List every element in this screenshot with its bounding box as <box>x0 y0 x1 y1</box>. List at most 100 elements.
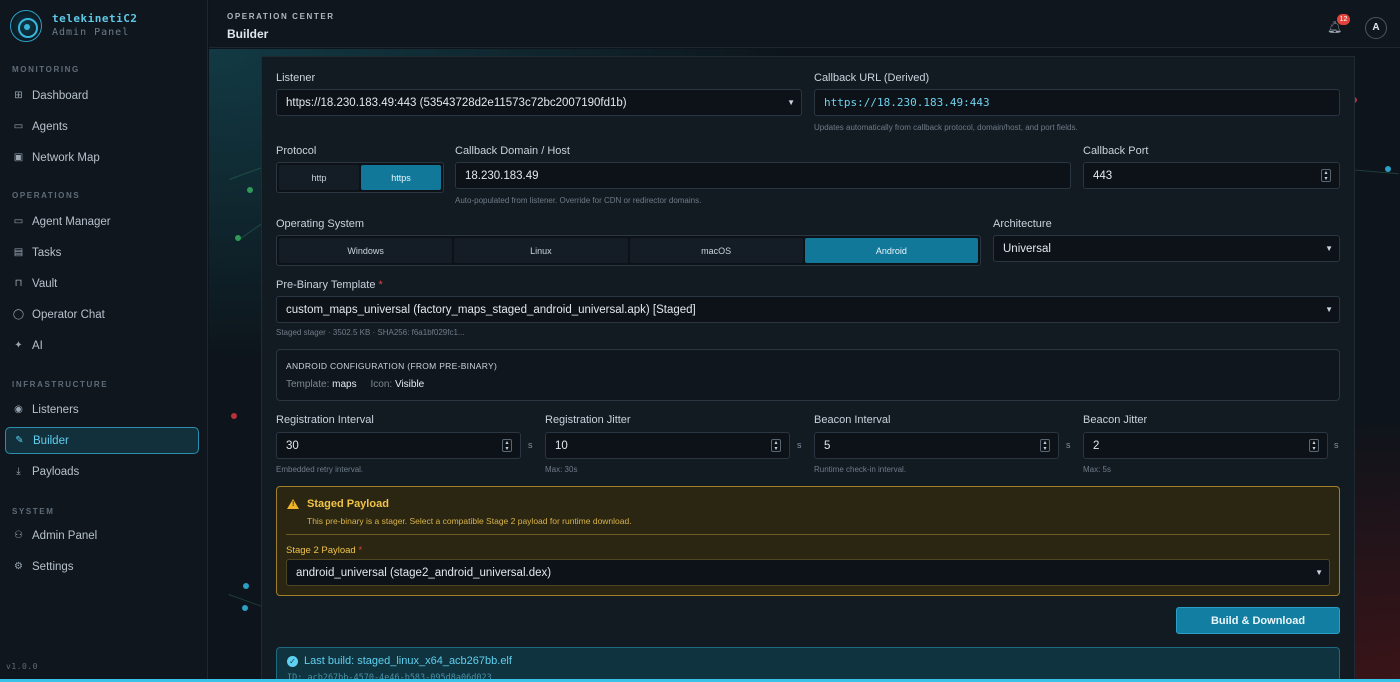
clipboard-icon: ▤ <box>13 247 24 258</box>
chevron-down-icon: ▼ <box>787 98 795 107</box>
os-toggle: Windows Linux macOS Android <box>276 235 981 266</box>
protocol-toggle: http https <box>276 162 444 193</box>
android-config-details: Template: maps Icon: Visible <box>286 379 424 390</box>
protocol-https-button[interactable]: https <box>361 165 441 190</box>
sidebar-item-label: Agents <box>32 120 68 133</box>
last-build-banner: ✓ Last build: staged_linux_x64_acb267bb.… <box>276 647 1340 682</box>
last-build-title[interactable]: Last build: staged_linux_x64_acb267bb.el… <box>304 655 512 667</box>
section-label-operations: OPERATIONS <box>12 191 81 200</box>
os-windows-button[interactable]: Windows <box>279 238 453 263</box>
breadcrumb: OPERATION CENTER <box>227 12 335 21</box>
template-label-text: Pre-Binary Template <box>276 279 376 291</box>
brand-name: telekinetiC2 <box>52 12 138 25</box>
beacon-interval-value: 5 <box>824 439 831 452</box>
network-node <box>1385 166 1391 172</box>
reg-jitter-input[interactable]: 10 ▴ ▾ <box>545 432 790 459</box>
stepper-icon[interactable]: ▴ ▾ <box>502 439 512 452</box>
template-label: Pre-Binary Template * <box>276 279 383 291</box>
network-node <box>247 187 253 193</box>
callback-url-label: Callback URL (Derived) <box>814 72 930 84</box>
page-title: Builder <box>227 27 269 41</box>
sidebar-item-ai[interactable]: ✦ AI <box>5 332 199 359</box>
users-icon: ⚇ <box>14 530 23 541</box>
protocol-http-button[interactable]: http <box>279 165 359 190</box>
network-link <box>1348 169 1399 175</box>
sidebar-item-admin-panel[interactable]: ⚇ Admin Panel <box>5 522 199 549</box>
listener-select[interactable]: https://18.230.183.49:443 (53543728d2e11… <box>276 89 802 116</box>
section-label-system: SYSTEM <box>12 507 55 516</box>
sidebar-item-label: Listeners <box>32 403 79 416</box>
network-node <box>231 413 237 419</box>
beacon-jitter-value: 2 <box>1093 439 1100 452</box>
required-marker: * <box>378 279 383 291</box>
template-value: custom_maps_universal (factory_maps_stag… <box>286 303 696 316</box>
os-android-button[interactable]: Android <box>804 238 978 263</box>
template-hint: Staged stager · 3502.5 KB · SHA256: f6a1… <box>276 328 465 337</box>
network-node <box>243 583 249 589</box>
stepper-icon[interactable]: ▴ ▾ <box>1309 439 1319 452</box>
sidebar-item-network-map[interactable]: ▣ Network Map <box>5 144 199 171</box>
chevron-down-icon: ▼ <box>1315 568 1323 577</box>
unit-label: s <box>797 440 802 450</box>
beacon-jitter-hint: Max: 5s <box>1083 465 1112 474</box>
chevron-down-icon: ▼ <box>1325 244 1333 253</box>
beacon-interval-label: Beacon Interval <box>814 414 891 426</box>
beacon-jitter-input[interactable]: 2 ▴ ▾ <box>1083 432 1328 459</box>
sidebar-item-label: Network Map <box>32 151 100 164</box>
sidebar-item-settings[interactable]: ⚙ Settings <box>5 553 199 580</box>
sidebar: telekinetiC2 Admin Panel MONITORING ⊞ Da… <box>0 0 208 682</box>
listener-value: https://18.230.183.49:443 (53543728d2e11… <box>286 96 627 109</box>
broadcast-icon: ◉ <box>14 404 23 415</box>
beacon-interval-input[interactable]: 5 ▴ ▾ <box>814 432 1059 459</box>
callback-port-input[interactable]: 443 ▴ ▾ <box>1083 162 1340 189</box>
notification-badge: 12 <box>1337 14 1350 25</box>
stage2-value: android_universal (stage2_android_univer… <box>296 566 552 579</box>
sidebar-item-label: Operator Chat <box>32 308 105 321</box>
sidebar-item-agents[interactable]: ▭ Agents <box>5 113 199 140</box>
unit-label: s <box>528 440 533 450</box>
architecture-value: Universal <box>1003 242 1051 255</box>
reg-interval-input[interactable]: 30 ▴ ▾ <box>276 432 521 459</box>
build-download-button[interactable]: Build & Download <box>1176 607 1340 634</box>
staged-payload-title: Staged Payload <box>307 498 389 510</box>
brand[interactable]: telekinetiC2 Admin Panel <box>10 10 137 42</box>
staged-payload-desc: This pre-binary is a stager. Select a co… <box>307 516 632 526</box>
stage2-select[interactable]: android_universal (stage2_android_univer… <box>286 559 1330 586</box>
sidebar-item-label: Builder <box>33 434 69 447</box>
sidebar-item-agent-manager[interactable]: ▭ Agent Manager <box>5 208 199 235</box>
monitor-icon: ▭ <box>13 121 24 132</box>
template-select[interactable]: custom_maps_universal (factory_maps_stag… <box>276 296 1340 323</box>
lock-icon: ⊓ <box>14 278 23 289</box>
sidebar-item-label: Settings <box>32 560 74 573</box>
sidebar-item-listeners[interactable]: ◉ Listeners <box>5 396 199 423</box>
stepper-icon[interactable]: ▴ ▾ <box>1040 439 1050 452</box>
icon-value-text: Visible <box>394 379 425 390</box>
callback-domain-input[interactable]: 18.230.183.49 <box>455 162 1071 189</box>
architecture-select[interactable]: Universal ▼ <box>993 235 1340 262</box>
check-circle-icon: ✓ <box>287 656 298 667</box>
os-macos-button[interactable]: macOS <box>629 238 803 263</box>
sidebar-item-vault[interactable]: ⊓ Vault <box>5 270 199 297</box>
stepper-icon[interactable]: ▴ ▾ <box>771 439 781 452</box>
callback-domain-label: Callback Domain / Host <box>455 145 570 157</box>
sidebar-item-operator-chat[interactable]: ◯ Operator Chat <box>5 301 199 328</box>
sidebar-item-label: Tasks <box>32 246 62 259</box>
map-icon: ▣ <box>13 152 24 163</box>
sidebar-item-label: Dashboard <box>32 89 89 102</box>
callback-url-hint: Updates automatically from callback prot… <box>814 123 1078 132</box>
sidebar-item-dashboard[interactable]: ⊞ Dashboard <box>5 82 199 109</box>
sidebar-item-tasks[interactable]: ▤ Tasks <box>5 239 199 266</box>
reg-jitter-value: 10 <box>555 439 568 452</box>
reg-jitter-hint: Max: 30s <box>545 465 578 474</box>
divider <box>286 534 1330 535</box>
beacon-jitter-label: Beacon Jitter <box>1083 414 1148 426</box>
avatar[interactable]: A <box>1365 17 1387 39</box>
stepper-icon[interactable]: ▴ ▾ <box>1321 169 1331 182</box>
sidebar-item-builder[interactable]: ✎ Builder <box>5 427 199 454</box>
sidebar-item-label: Admin Panel <box>32 529 98 542</box>
os-linux-button[interactable]: Linux <box>454 238 628 263</box>
required-marker: * <box>358 545 363 556</box>
monitor-icon: ▭ <box>13 216 24 227</box>
brand-subtitle: Admin Panel <box>52 27 130 38</box>
sidebar-item-payloads[interactable]: ⤓ Payloads <box>5 458 199 485</box>
